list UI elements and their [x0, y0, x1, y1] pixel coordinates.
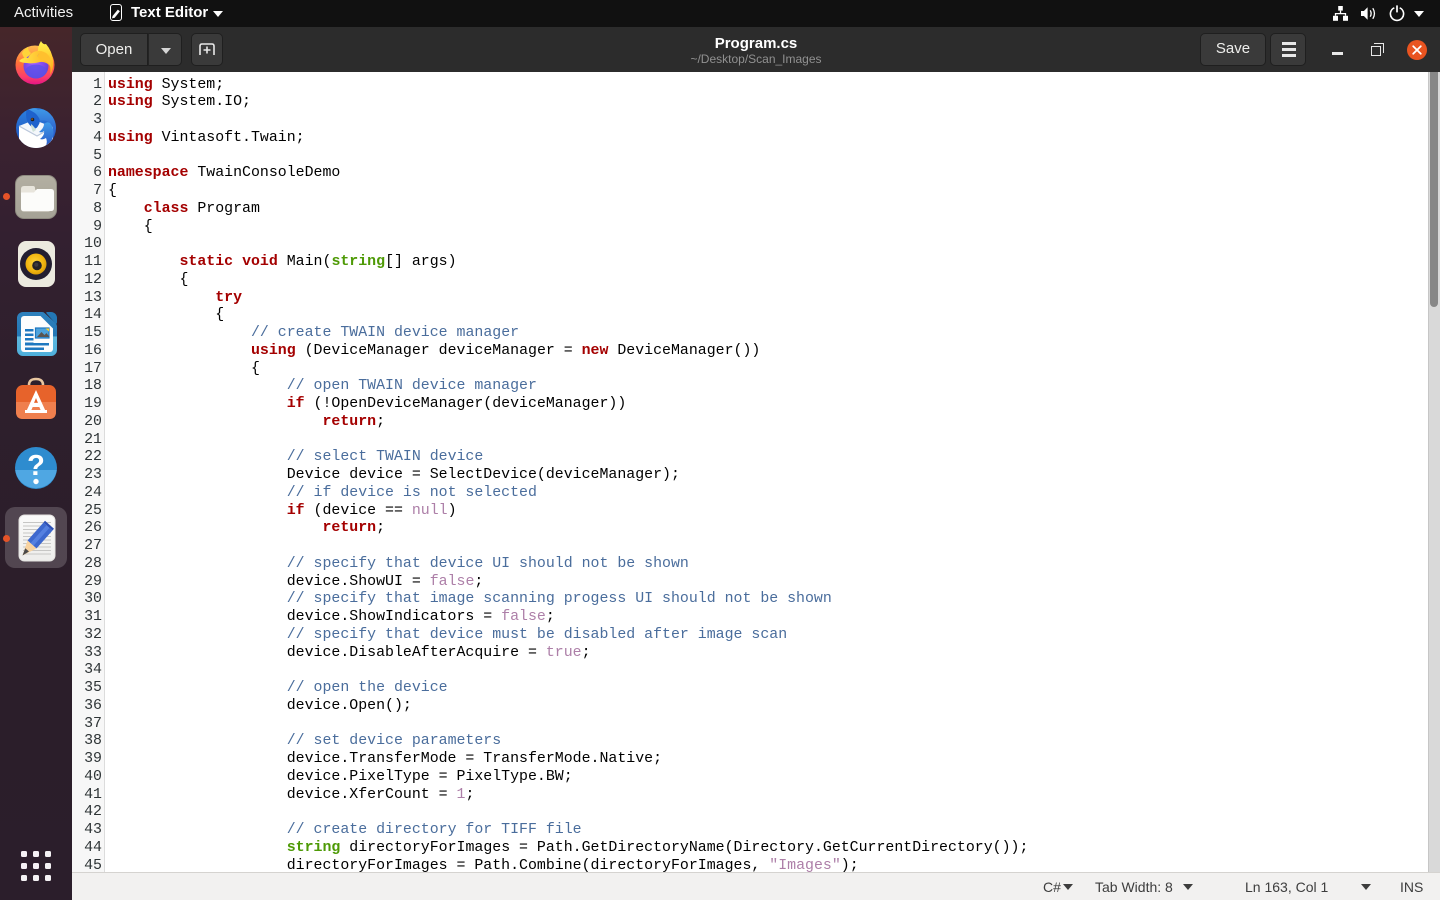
- svg-text:?: ?: [27, 450, 45, 482]
